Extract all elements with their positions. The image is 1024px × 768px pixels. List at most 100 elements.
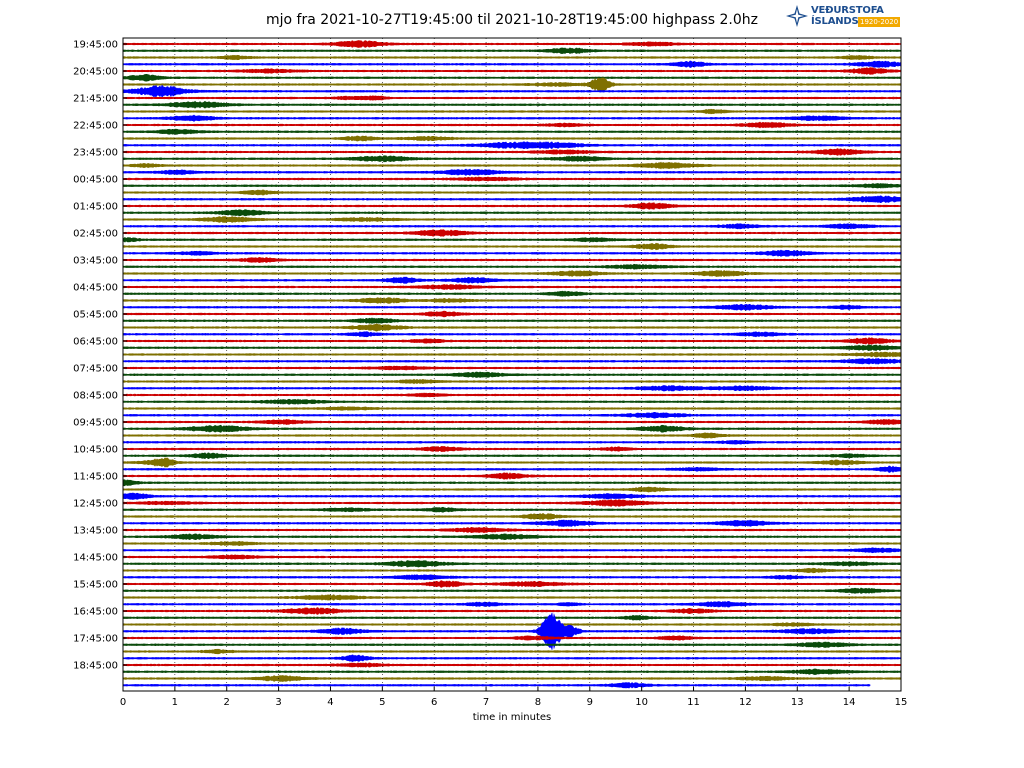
trace-72 (122, 526, 902, 534)
trace-26 (122, 216, 902, 223)
trace-22 (122, 189, 902, 196)
trace-24 (122, 202, 902, 210)
trace-89 (122, 641, 902, 648)
x-tick-label: 0 (120, 697, 126, 708)
trace-21 (122, 182, 902, 189)
x-tick-label: 7 (483, 697, 489, 708)
trace-82 (122, 594, 902, 601)
trace-51 (122, 384, 902, 392)
x-tick-label: 4 (327, 697, 333, 708)
trace-95 (122, 682, 871, 689)
y-tick-label: 03:45:00 (73, 256, 118, 267)
x-tick-label: 13 (791, 697, 804, 708)
trace-83 (122, 600, 902, 608)
trace-55 (122, 411, 902, 419)
y-tick-label: 00:45:00 (73, 175, 118, 186)
y-tick-label: 18:45:00 (73, 661, 118, 672)
trace-85 (122, 614, 902, 621)
trace-52 (122, 392, 902, 398)
trace-17 (122, 155, 902, 163)
trace-40 (122, 310, 902, 318)
x-tick-label: 1 (172, 697, 178, 708)
trace-19 (122, 168, 902, 176)
trace-69 (122, 506, 902, 513)
trace-15 (122, 141, 902, 150)
x-axis-label: time in minutes (472, 712, 552, 723)
trace-18 (122, 161, 902, 170)
trace-23 (122, 195, 902, 204)
x-tick-label: 5 (379, 697, 385, 708)
trace-43 (122, 331, 902, 338)
x-tick-label: 3 (275, 697, 281, 708)
x-axis: 0 1 2 3 4 5 6 7 8 9 10 11 12 13 14 15 (120, 687, 907, 708)
y-tick-label: 19:45:00 (73, 40, 118, 51)
trace-3 (122, 60, 902, 68)
trace-38 (122, 297, 902, 304)
y-axis: 19:45:00 20:45:00 21:45:00 22:45:00 23:45:00… (73, 40, 127, 672)
trace-6 (122, 77, 902, 92)
trace-62 (122, 457, 902, 468)
y-tick-label: 16:45:00 (73, 607, 118, 618)
trace-14 (122, 135, 902, 142)
trace-75 (122, 547, 902, 554)
y-tick-label: 13:45:00 (73, 526, 118, 537)
trace-1 (122, 47, 902, 55)
trace-64 (122, 472, 902, 480)
trace-61 (122, 452, 902, 460)
trace-45 (122, 344, 902, 352)
trace-39 (122, 303, 902, 311)
y-tick-label: 10:45:00 (73, 445, 118, 456)
y-tick-label: 07:45:00 (73, 364, 118, 375)
trace-32 (122, 257, 902, 263)
trace-48 (122, 365, 902, 371)
y-tick-label: 23:45:00 (73, 148, 118, 159)
trace-12 (122, 121, 902, 129)
x-tick-label: 9 (587, 697, 593, 708)
trace-0 (122, 40, 902, 48)
trace-65 (122, 479, 902, 487)
trace-29 (122, 236, 902, 243)
trace-41 (122, 317, 902, 325)
trace-67 (122, 492, 902, 500)
y-tick-label: 12:45:00 (73, 499, 118, 510)
trace-47 (122, 357, 902, 365)
y-tick-label: 05:45:00 (73, 310, 118, 321)
trace-25 (122, 209, 902, 217)
grid-lines (174, 38, 850, 691)
trace-71 (122, 519, 902, 528)
trace-37 (122, 290, 902, 297)
x-tick-label: 2 (224, 697, 230, 708)
x-tick-label: 8 (535, 697, 541, 708)
trace-93 (122, 668, 902, 675)
trace-66 (122, 486, 902, 493)
trace-92 (122, 662, 902, 668)
trace-35 (122, 276, 902, 284)
trace-81 (122, 587, 902, 595)
trace-94 (122, 675, 902, 682)
trace-20 (122, 176, 902, 182)
trace-10 (122, 108, 902, 115)
trace-50 (122, 378, 902, 385)
x-tick-label: 10 (635, 697, 648, 708)
seismogram-plot: 19:45:00 20:45:00 21:45:00 22:45:00 23:45:00… (73, 37, 907, 708)
y-tick-label: 22:45:00 (73, 121, 118, 132)
y-tick-label: 11:45:00 (73, 472, 118, 483)
trace-90 (122, 648, 902, 655)
trace-13 (122, 128, 902, 135)
x-tick-label: 11 (687, 697, 700, 708)
y-tick-label: 06:45:00 (73, 337, 118, 348)
y-tick-label: 14:45:00 (73, 553, 118, 564)
trace-46 (122, 351, 902, 358)
trace-11 (122, 114, 902, 122)
y-tick-label: 09:45:00 (73, 418, 118, 429)
trace-4 (122, 67, 902, 75)
trace-79 (122, 574, 902, 581)
trace-58 (122, 432, 902, 439)
trace-2 (122, 54, 902, 61)
trace-42 (122, 323, 902, 332)
y-tick-label: 17:45:00 (73, 634, 118, 645)
trace-30 (122, 242, 902, 251)
trace-36 (122, 283, 902, 291)
y-tick-label: 21:45:00 (73, 94, 118, 105)
trace-56 (122, 418, 902, 426)
